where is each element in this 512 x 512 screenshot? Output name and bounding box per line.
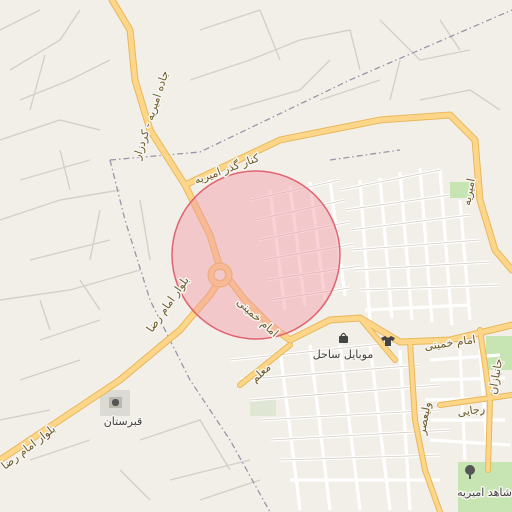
map-svg: جاده امیریه - کردزار کنار گذر امیریه امی… [0, 0, 512, 512]
poi-martyrs-label: شاهد امیریه [457, 486, 512, 499]
map-canvas[interactable]: جاده امیریه - کردزار کنار گذر امیریه امی… [0, 0, 512, 512]
poi-cemetery-label: قبرستان [104, 415, 143, 428]
cemetery-icon [109, 397, 122, 408]
poi-mobile-label: موبایل ساحل [313, 348, 374, 361]
